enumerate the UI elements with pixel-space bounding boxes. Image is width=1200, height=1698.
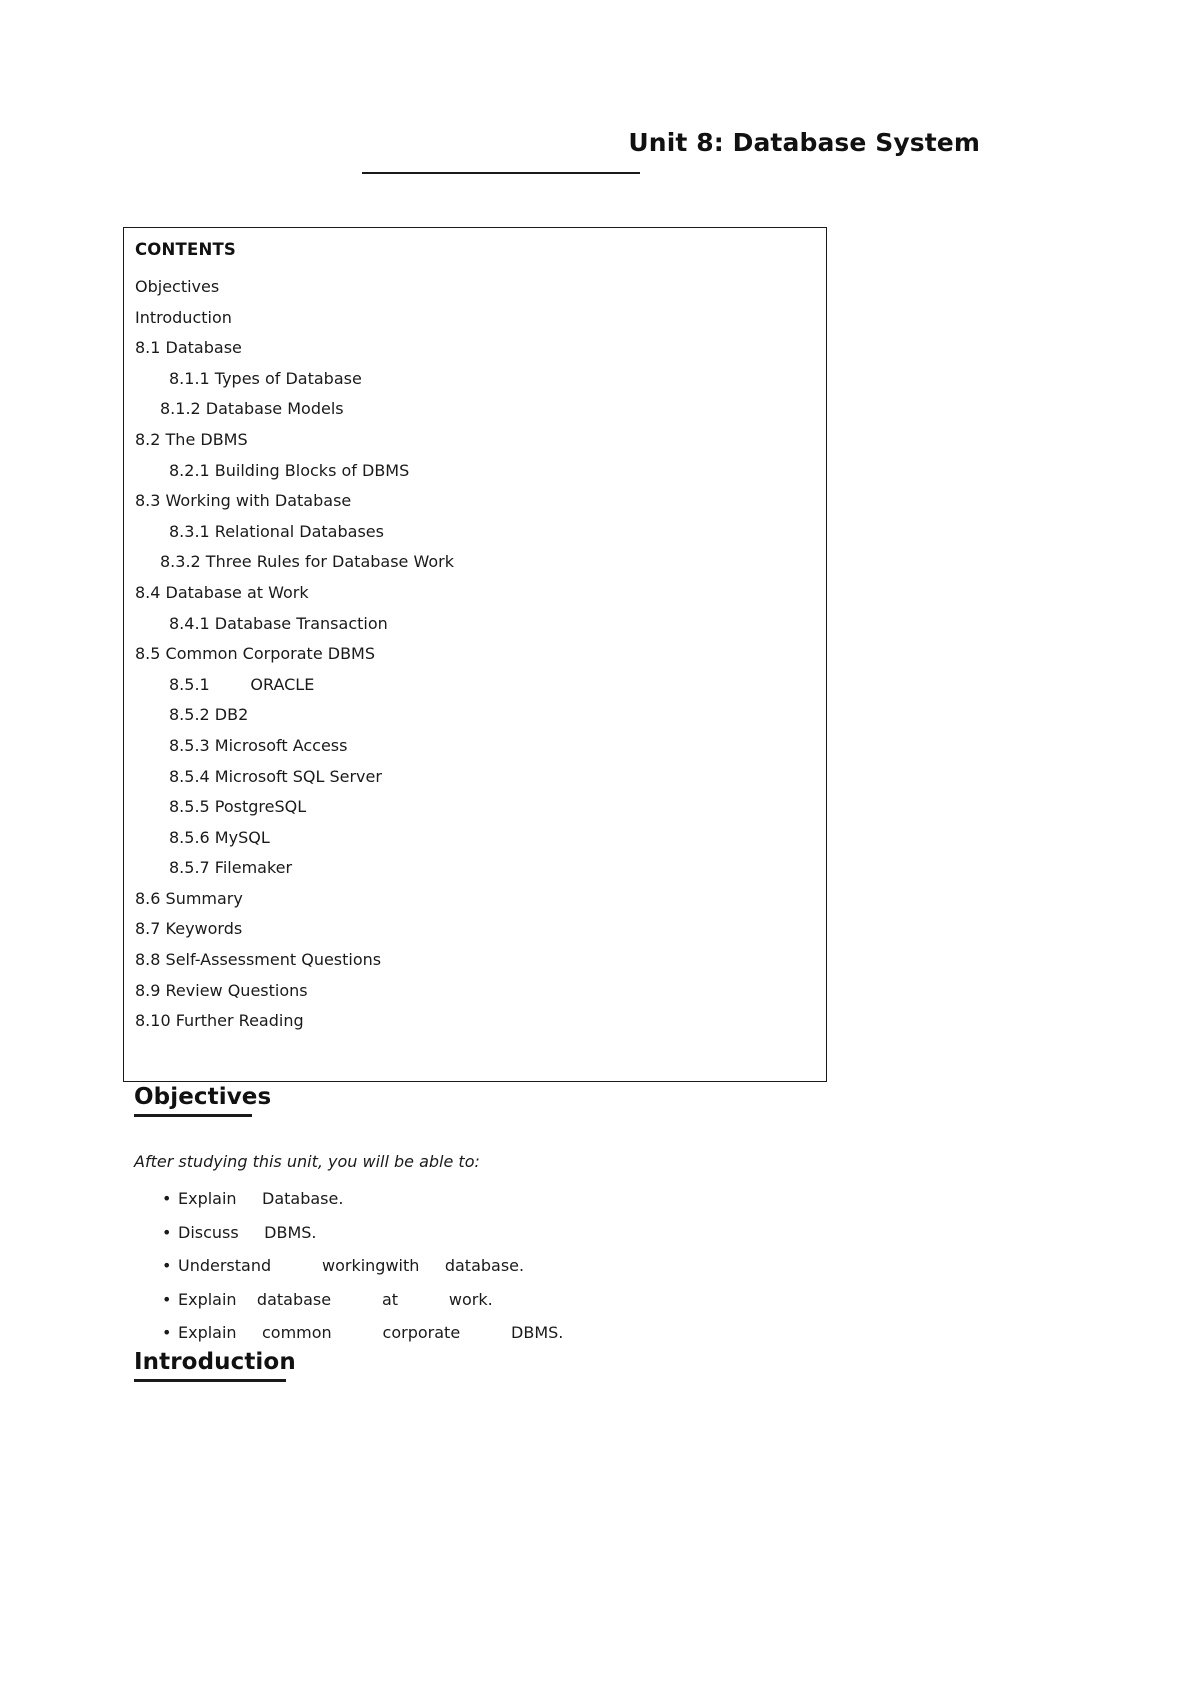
toc-entry: 8.6 Summary <box>135 888 243 908</box>
bullet-dot-icon: • <box>162 1189 172 1208</box>
page-title: Unit 8: Database System <box>628 128 980 157</box>
toc-entry: 8.5.4 Microsoft SQL Server <box>169 766 382 786</box>
toc-entry: 8.4 Database at Work <box>135 582 309 602</box>
toc-entry: 8.1 Database <box>135 338 242 358</box>
toc-entry: 8.4.1 Database Transaction <box>169 613 388 633</box>
bullet-dot-icon: • <box>162 1289 172 1309</box>
objective-bullet-item: • Discuss DBMS. <box>134 1216 834 1250</box>
running-head-rule <box>362 172 640 174</box>
toc-entry: 8.9 Review Questions <box>135 980 308 1000</box>
objective-bullet-item: • Explain Database. <box>134 1182 834 1216</box>
toc-entry: 8.7 Keywords <box>135 919 243 939</box>
bullet-dot-icon: • <box>162 1323 172 1342</box>
toc-entry: Objectives <box>135 277 220 296</box>
toc-entry: 8.5.5 PostgreSQL <box>169 797 307 817</box>
introduction-heading-rule <box>134 1379 286 1382</box>
toc-entry: 8.5.3 Microsoft Access <box>169 735 348 755</box>
toc-entry: 8.1.2 Database Models <box>160 399 344 419</box>
objective-bullet-text: Discuss DBMS. <box>178 1222 317 1242</box>
toc-entry: 8.5.6 MySQL <box>169 827 270 847</box>
introduction-heading: Introduction <box>134 1349 296 1375</box>
bullet-dot-icon: • <box>162 1256 172 1275</box>
toc-entry: 8.3 Working with Database <box>135 491 352 511</box>
toc-entry: 8.3.2 Three Rules for Database Work <box>160 552 454 572</box>
contents-heading: CONTENTS <box>135 240 237 259</box>
objective-bullet-item: • Explain database at work. <box>134 1283 834 1317</box>
toc-entry: 8.1.1 Types of Database <box>169 368 362 388</box>
objective-bullet-text: Explain Database. <box>178 1189 344 1208</box>
toc-entry: 8.5.1 ORACLE <box>169 674 315 694</box>
objective-bullet-item: • Understand workingwith database. <box>134 1249 834 1283</box>
contents-box: CONTENTS Objectives Introduction 8.1 Datab… <box>123 227 827 1082</box>
toc-entry: 8.2 The DBMS <box>135 429 248 449</box>
toc-entry: 8.8 Self-Assessment Questions <box>135 950 382 970</box>
toc-entry: 8.5 Common Corporate DBMS <box>135 644 376 664</box>
objectives-heading-rule <box>134 1114 252 1117</box>
toc-entry: 8.5.7 Filemaker <box>169 858 293 878</box>
toc-entry: 8.3.1 Relational Databases <box>169 521 384 541</box>
objectives-heading: Objectives <box>134 1084 272 1110</box>
objective-bullet-item: • Explain common corporate DBMS. <box>134 1316 834 1350</box>
contents-inner: CONTENTS Objectives Introduction 8.1 Datab… <box>135 237 816 1037</box>
objective-bullet-text: Understand workingwith database. <box>178 1256 525 1275</box>
toc-entry: 8.10 Further Reading <box>135 1011 304 1031</box>
objectives-bullet-list: • Explain Database. • Discuss DBMS. • Underst… <box>134 1182 834 1350</box>
objectives-lead-text: After studying this unit, you will be ab… <box>134 1152 480 1171</box>
toc-entry: 8.5.2 DB2 <box>169 705 249 725</box>
toc-entry: 8.2.1 Building Blocks of DBMS <box>169 460 410 480</box>
objective-bullet-text: Explain database at work. <box>178 1289 493 1309</box>
toc-entry: Introduction <box>135 307 232 327</box>
document-page: Unit 8: Database System CONTENTS Objecti… <box>0 0 1200 1698</box>
bullet-dot-icon: • <box>162 1222 172 1242</box>
running-head: Unit 8: Database System <box>120 128 980 176</box>
table-of-contents-list: Objectives Introduction 8.1 Database 8.1.1 … <box>135 272 816 1037</box>
objective-bullet-text: Explain common corporate DBMS. <box>178 1323 564 1342</box>
